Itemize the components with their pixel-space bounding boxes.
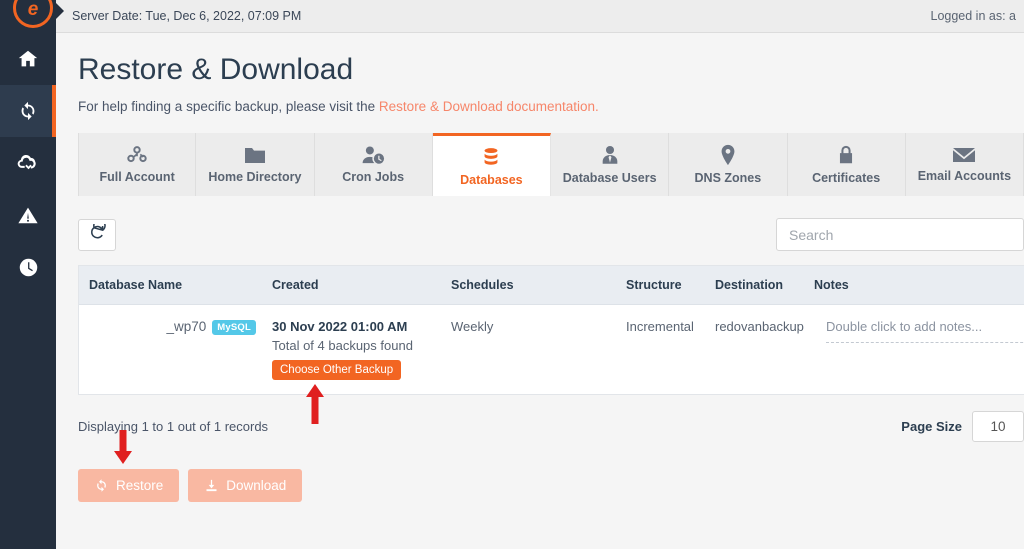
- table-toolbar: [78, 218, 1024, 251]
- annotation-arrow-up: [305, 384, 325, 429]
- table-header-row: Database Name Created Schedules Structur…: [79, 266, 1024, 305]
- engine-badge: MySQL: [212, 320, 256, 335]
- tab-label: Database Users: [562, 170, 657, 185]
- page-subtitle: For help finding a specific backup, plea…: [78, 99, 1024, 114]
- tab-cron-jobs[interactable]: Cron Jobs: [314, 133, 433, 196]
- home-icon: [17, 48, 39, 70]
- logo-chevron-icon: [52, 0, 64, 23]
- column-header-database-name[interactable]: Database Name: [79, 266, 262, 305]
- map-pin-icon: [719, 144, 737, 166]
- download-button[interactable]: Download: [188, 469, 303, 502]
- choose-other-backup-button[interactable]: Choose Other Backup: [272, 360, 402, 380]
- tab-label: Certificates: [812, 171, 881, 185]
- cell-structure: Incremental: [616, 304, 705, 394]
- page-subtitle-text: For help finding a specific backup, plea…: [78, 99, 379, 114]
- tab-label: Full Account: [99, 170, 175, 184]
- backups-found: Total of 4 backups found: [272, 338, 413, 353]
- documentation-link[interactable]: Restore & Download documentation.: [379, 99, 599, 114]
- restore-button-label: Restore: [116, 478, 164, 493]
- logo-circle-icon: e: [13, 0, 53, 28]
- column-header-notes[interactable]: Notes: [804, 266, 1024, 305]
- tab-database-users[interactable]: Database Users: [551, 133, 670, 196]
- action-buttons: Restore Download: [78, 469, 1024, 502]
- download-icon: [204, 478, 219, 493]
- sync-icon: [17, 100, 39, 122]
- annotation-arrow-down: [113, 430, 133, 469]
- column-header-created[interactable]: Created: [262, 266, 441, 305]
- sync-icon: [94, 478, 109, 493]
- created-date: 30 Nov 2022 01:00 AM: [272, 319, 408, 334]
- tab-databases[interactable]: Databases: [432, 133, 551, 196]
- cell-database-name: _wp70 MySQL: [79, 304, 262, 394]
- category-tabs: Full Account Home Directory Cron Jobs Da…: [78, 133, 1024, 196]
- sidebar-item-alerts[interactable]: [0, 189, 56, 241]
- tab-dns-zones[interactable]: DNS Zones: [669, 133, 788, 196]
- refresh-icon: [89, 218, 106, 246]
- logo-glyph: e: [27, 0, 39, 20]
- download-button-label: Download: [226, 478, 287, 493]
- cloud-download-icon: [17, 152, 40, 175]
- sidebar-item-backup[interactable]: [0, 137, 56, 189]
- restore-button[interactable]: Restore: [78, 469, 180, 502]
- column-header-destination[interactable]: Destination: [705, 266, 804, 305]
- refresh-button[interactable]: [78, 218, 116, 251]
- app-logo[interactable]: e: [0, 0, 64, 33]
- logged-in-as: Logged in as: a: [930, 9, 1017, 23]
- clock-icon: [18, 257, 39, 278]
- tab-email-accounts[interactable]: Email Accounts: [905, 133, 1024, 196]
- page-content: Restore & Download For help finding a sp…: [56, 33, 1024, 549]
- envelope-icon: [952, 146, 976, 164]
- backups-table: Database Name Created Schedules Structur…: [78, 265, 1024, 395]
- page-size-label: Page Size: [901, 419, 962, 434]
- top-bar: Server Date: Tue, Dec 6, 2022, 07:09 PM …: [56, 0, 1024, 33]
- sidebar-item-restore[interactable]: [0, 85, 56, 137]
- lock-icon: [836, 144, 856, 166]
- sidebar-item-history[interactable]: [0, 241, 56, 293]
- cell-notes: Double click to add notes...: [804, 304, 1024, 394]
- user-tie-icon: [599, 145, 621, 166]
- column-header-structure[interactable]: Structure: [616, 266, 705, 305]
- tab-label: DNS Zones: [694, 171, 762, 185]
- main-sidebar: e: [0, 0, 64, 549]
- column-header-schedules[interactable]: Schedules: [441, 266, 616, 305]
- tab-certificates[interactable]: Certificates: [787, 133, 906, 196]
- cell-schedule: Weekly: [441, 304, 616, 394]
- folder-icon: [243, 145, 267, 165]
- tab-label: Home Directory: [208, 170, 302, 184]
- table-footer: Displaying 1 to 1 out of 1 records Page …: [78, 411, 1024, 442]
- tab-full-account[interactable]: Full Account: [78, 133, 197, 196]
- cubes-icon: [125, 145, 149, 165]
- page-size-control: Page Size: [901, 411, 1024, 442]
- warning-icon: [17, 204, 39, 226]
- user-clock-icon: [361, 145, 386, 165]
- database-name-text: _wp70: [166, 319, 207, 334]
- server-date: Server Date: Tue, Dec 6, 2022, 07:09 PM: [72, 9, 302, 23]
- records-count: Displaying 1 to 1 out of 1 records: [78, 419, 269, 434]
- tab-home-directory[interactable]: Home Directory: [196, 133, 315, 196]
- tab-label: Cron Jobs: [342, 170, 405, 184]
- cell-destination: redovanbackup: [705, 304, 804, 394]
- cell-created: 30 Nov 2022 01:00 AM Total of 4 backups …: [262, 304, 441, 394]
- restore-download-page: e Server Date: Tue, Dec 6, 2022, 07:09 P…: [0, 0, 1024, 549]
- tab-label: Databases: [460, 172, 523, 187]
- notes-input[interactable]: Double click to add notes...: [826, 319, 1024, 343]
- page-title: Restore & Download: [78, 53, 354, 86]
- tab-label: Email Accounts: [917, 169, 1012, 183]
- database-icon: [480, 146, 502, 168]
- table-row[interactable]: _wp70 MySQL 30 Nov 2022 01:00 AM Total of…: [79, 304, 1024, 394]
- page-size-input[interactable]: [972, 411, 1024, 442]
- search-input[interactable]: [776, 218, 1024, 251]
- sidebar-item-home[interactable]: [0, 33, 56, 85]
